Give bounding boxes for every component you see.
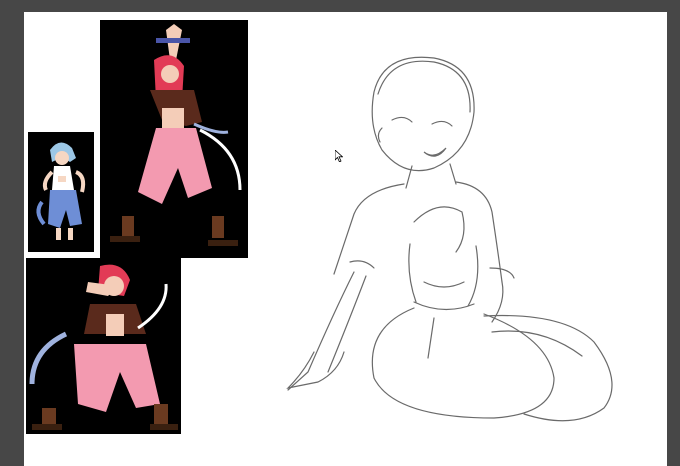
pencil-sketch-drawing <box>286 56 613 422</box>
red-hair-stance-image <box>26 258 181 434</box>
red-hair-arms-up-image <box>100 20 248 258</box>
reference-image-blue-hair[interactable] <box>26 130 96 254</box>
reference-image-red-hair-stance[interactable] <box>26 258 181 434</box>
drawing-canvas[interactable] <box>24 12 667 466</box>
arrow-cursor-icon <box>334 147 344 163</box>
blue-hair-character-image <box>28 132 94 252</box>
pencil-sketch-figure[interactable] <box>254 32 654 432</box>
reference-image-red-hair-arms-up[interactable] <box>100 20 248 258</box>
